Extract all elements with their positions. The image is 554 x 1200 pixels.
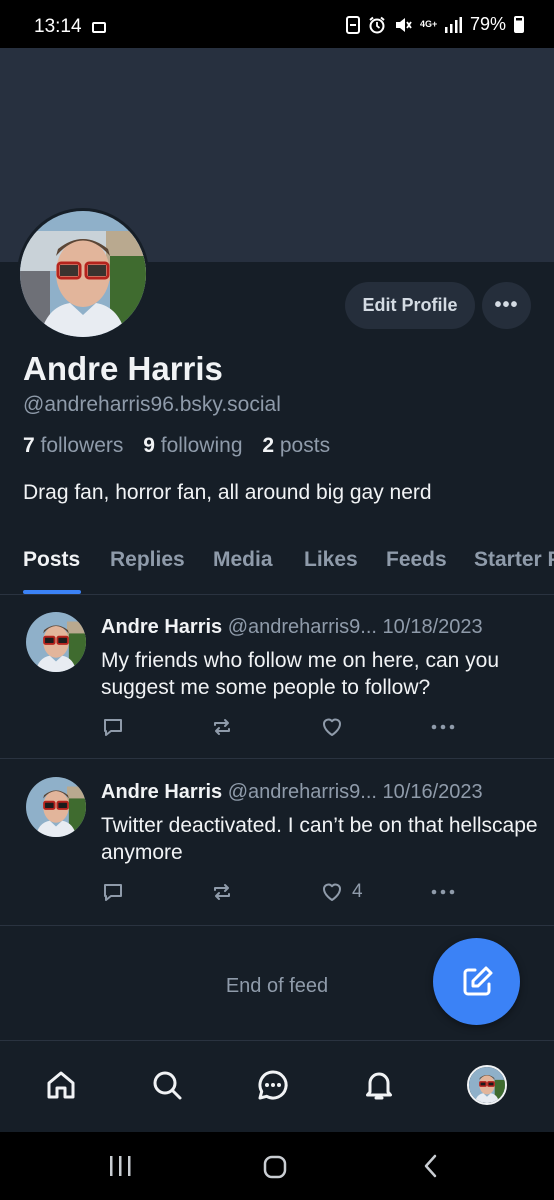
tab-starter-packs[interactable]: Starter P	[474, 548, 554, 572]
tab-posts[interactable]: Posts	[23, 548, 80, 572]
followers-stat[interactable]: 7 followers	[23, 434, 123, 457]
network-label: 4G+	[419, 19, 438, 29]
post-more-button[interactable]	[430, 880, 456, 904]
home-icon	[47, 1071, 75, 1099]
feed-post[interactable]: Andre Harris @andreharris9... 10/16/2023…	[0, 760, 554, 925]
profile-display-name: Andre Harris	[23, 350, 223, 387]
nav-profile[interactable]	[465, 1063, 509, 1107]
nav-search[interactable]	[145, 1063, 189, 1107]
profile-tabs: Posts Replies Media Likes Feeds Starter …	[0, 548, 554, 594]
alarm-icon	[369, 16, 385, 33]
post-text: Twitter deactivated. I can’t be on that …	[101, 814, 538, 864]
compose-button[interactable]	[433, 938, 520, 1025]
like-button[interactable]	[320, 715, 352, 739]
following-stat[interactable]: 9 following	[143, 434, 242, 457]
more-icon	[431, 724, 455, 730]
posts-label: posts	[279, 434, 331, 457]
status-bar: 13:14 4G+ 79%	[0, 0, 554, 48]
like-button[interactable]: 4	[320, 880, 363, 904]
recent-apps-icon	[110, 1156, 131, 1176]
posts-count: 2	[262, 434, 275, 457]
post-avatar[interactable]	[26, 612, 86, 672]
repost-icon	[214, 719, 230, 735]
reply-button[interactable]	[101, 715, 125, 739]
post-avatar[interactable]	[26, 777, 86, 837]
post-date[interactable]: 10/16/2023	[383, 781, 483, 803]
post-header: Andre Harris @andreharris9... 10/18/2023	[101, 616, 483, 639]
heart-icon	[323, 718, 341, 736]
nav-home[interactable]	[39, 1063, 83, 1107]
avatar-photo	[20, 211, 146, 337]
profile-avatar[interactable]	[17, 208, 149, 340]
status-time: 13:14	[34, 16, 82, 37]
repost-button[interactable]	[210, 880, 234, 904]
profile-handle: @andreharris96.bsky.social	[23, 393, 281, 416]
repost-button[interactable]	[210, 715, 234, 739]
tab-media[interactable]: Media	[213, 548, 273, 572]
post-divider	[0, 758, 554, 759]
heart-icon	[323, 883, 341, 901]
tab-likes[interactable]: Likes	[304, 548, 358, 572]
chat-icon	[258, 1070, 288, 1100]
post-author-name[interactable]: Andre Harris	[101, 616, 222, 638]
search-icon	[153, 1071, 182, 1100]
app-screen: 13:14 4G+ 79% Edit Profile ••• Andre Har…	[0, 0, 554, 1200]
following-label: following	[160, 434, 243, 457]
edit-profile-button[interactable]: Edit Profile	[345, 282, 475, 329]
profile-stats: 7 followers 9 following 2 posts	[23, 434, 330, 458]
like-count: 4	[352, 881, 363, 902]
profile-more-button[interactable]: •••	[482, 282, 531, 329]
post-author-handle[interactable]: @andreharris9...	[228, 616, 377, 638]
recent-apps-button[interactable]	[107, 1154, 133, 1183]
profile-bio: Drag fan, horror fan, all around big gay…	[23, 481, 432, 504]
post-header: Andre Harris @andreharris9... 10/16/2023	[101, 781, 483, 804]
status-icons: 4G+ 79%	[345, 14, 524, 35]
mute-icon	[395, 17, 412, 32]
nfc-icon	[345, 15, 360, 34]
post-text: My friends who follow me on here, can yo…	[101, 649, 500, 699]
home-circle-icon	[263, 1155, 287, 1179]
tab-replies[interactable]: Replies	[110, 548, 185, 572]
repost-icon	[214, 884, 230, 900]
following-count: 9	[143, 434, 155, 457]
reply-button[interactable]	[101, 880, 125, 904]
avatar-photo	[26, 777, 86, 837]
back-button[interactable]	[420, 1153, 442, 1184]
avatar-photo	[469, 1067, 505, 1103]
nav-notifications[interactable]	[357, 1063, 401, 1107]
post-author-name[interactable]: Andre Harris	[101, 781, 222, 803]
posts-stat: 2 posts	[262, 434, 330, 457]
signal-icon	[444, 16, 462, 33]
system-nav-bar	[0, 1132, 554, 1200]
compose-icon	[463, 966, 492, 995]
back-icon	[424, 1154, 437, 1178]
followers-count: 7	[23, 434, 35, 457]
bottom-nav	[0, 1040, 554, 1132]
post-date[interactable]: 10/18/2023	[383, 616, 483, 638]
home-system-button[interactable]	[262, 1154, 288, 1185]
tab-feeds[interactable]: Feeds	[386, 548, 447, 572]
battery-icon	[514, 16, 524, 33]
post-divider	[0, 925, 554, 926]
followers-label: followers	[40, 434, 124, 457]
reply-icon	[104, 719, 122, 736]
feed-post[interactable]: Andre Harris @andreharris9... 10/18/2023…	[0, 595, 554, 758]
bell-icon	[366, 1072, 392, 1100]
reply-icon	[104, 884, 122, 901]
more-icon	[431, 889, 455, 895]
nav-chat[interactable]	[251, 1063, 295, 1107]
post-more-button[interactable]	[430, 715, 456, 739]
battery-percent: 79%	[469, 14, 506, 34]
avatar-photo	[26, 612, 86, 672]
post-author-handle[interactable]: @andreharris9...	[228, 781, 377, 803]
notification-icon	[92, 22, 106, 33]
nav-avatar	[467, 1065, 507, 1105]
